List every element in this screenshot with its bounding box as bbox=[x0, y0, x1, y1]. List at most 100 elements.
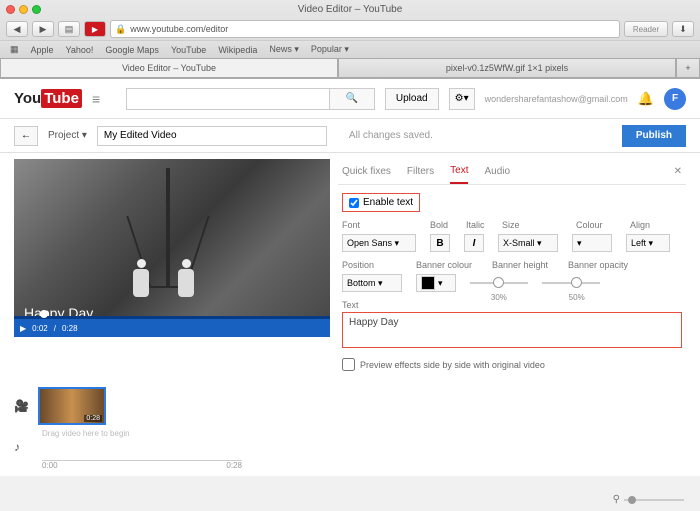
effects-panel: Quick fixes Filters Text Audio ✕ Enable … bbox=[338, 159, 686, 379]
timeline: 🎥 0:28 Drag video here to begin ♪ 0:00 0… bbox=[0, 379, 700, 476]
video-column: Happy Day ▶ 0:02 / 0:28 bbox=[14, 159, 330, 379]
ruler-end: 0:28 bbox=[226, 461, 242, 470]
colour-select[interactable]: ▾ bbox=[572, 234, 612, 252]
control-labels-row1: Font Bold Italic Size Colour Align bbox=[342, 220, 682, 230]
font-select[interactable]: Open Sans ▾ bbox=[342, 234, 416, 252]
size-select[interactable]: X-Small ▾ bbox=[498, 234, 558, 252]
banner-height-value: 30% bbox=[491, 293, 507, 302]
preview-label: Preview effects side by side with origin… bbox=[360, 360, 545, 370]
save-status: All changes saved. bbox=[349, 130, 433, 141]
bookmark-item[interactable]: Yahoo! bbox=[66, 45, 94, 55]
slider-knob[interactable] bbox=[493, 277, 504, 288]
control-row2: Bottom ▾ ▾ 30% 50% bbox=[342, 274, 682, 292]
search-input[interactable] bbox=[126, 88, 329, 110]
browser-tab[interactable]: pixel-v0.1z5WfW.gif 1×1 pixels bbox=[338, 58, 676, 78]
settings-button[interactable]: ⚙ ▾ bbox=[449, 88, 475, 110]
video-scene bbox=[166, 168, 170, 288]
bookmark-item[interactable]: Apple bbox=[31, 45, 54, 55]
project-name-input[interactable] bbox=[97, 126, 327, 146]
ruler-start: 0:00 bbox=[42, 461, 58, 470]
timeline-ruler[interactable]: 0:00 0:28 bbox=[42, 460, 242, 470]
video-preview[interactable]: Happy Day ▶ 0:02 / 0:28 bbox=[14, 159, 330, 337]
play-icon[interactable]: ▶ bbox=[20, 324, 26, 333]
url-bar[interactable]: 🔒 www.youtube.com/editor bbox=[110, 20, 620, 38]
bookmark-item[interactable]: Popular ▾ bbox=[311, 44, 349, 55]
video-track[interactable]: 🎥 0:28 bbox=[14, 385, 686, 427]
timeline-hint: Drag video here to begin bbox=[42, 429, 686, 438]
close-panel-icon[interactable]: ✕ bbox=[674, 160, 682, 183]
position-select[interactable]: Bottom ▾ bbox=[342, 274, 402, 292]
browser-chrome: Video Editor – YouTube ◀ ▶ ▤ ▶ 🔒 www.you… bbox=[0, 0, 700, 79]
titlebar: Video Editor – YouTube bbox=[0, 0, 700, 18]
bookmarks-menu-icon[interactable]: ▦ bbox=[10, 44, 19, 55]
tab-audio[interactable]: Audio bbox=[484, 160, 510, 183]
avatar[interactable]: F bbox=[664, 88, 686, 110]
banner-height-slider[interactable]: 30% bbox=[470, 274, 528, 292]
time-current: 0:02 bbox=[32, 324, 48, 333]
text-input[interactable]: Happy Day bbox=[342, 312, 682, 348]
preview-checkbox-input[interactable] bbox=[342, 358, 355, 371]
lock-icon: 🔒 bbox=[115, 24, 126, 35]
tab-filters[interactable]: Filters bbox=[407, 160, 434, 183]
zoom-slider[interactable] bbox=[624, 499, 684, 501]
slider-knob[interactable] bbox=[571, 277, 582, 288]
banner-opacity-value: 50% bbox=[569, 293, 585, 302]
reader-button[interactable]: Reader bbox=[624, 21, 668, 37]
upload-button[interactable]: Upload bbox=[385, 88, 439, 110]
video-track-icon: 🎥 bbox=[14, 399, 30, 413]
bookmark-item[interactable]: News ▾ bbox=[269, 44, 299, 55]
preview-side-by-side-checkbox[interactable]: Preview effects side by side with origin… bbox=[342, 358, 682, 371]
minimize-window-icon[interactable] bbox=[19, 5, 28, 14]
youtube-favicon-icon: ▶ bbox=[84, 21, 106, 37]
zoom-control[interactable]: ⚲ bbox=[613, 494, 684, 505]
video-controls: ▶ 0:02 / 0:28 bbox=[14, 319, 330, 337]
text-panel: Enable text Font Bold Italic Size Colour… bbox=[338, 185, 686, 379]
audio-track-icon: ♪ bbox=[14, 440, 30, 454]
banner-opacity-slider[interactable]: 50% bbox=[542, 274, 600, 292]
notifications-icon[interactable]: 🔔 bbox=[638, 91, 654, 107]
clip-duration: 0:28 bbox=[84, 415, 102, 422]
back-button[interactable]: ◀ bbox=[6, 21, 28, 37]
italic-button[interactable]: I bbox=[464, 234, 484, 252]
browser-toolbar: ◀ ▶ ▤ ▶ 🔒 www.youtube.com/editor Reader … bbox=[0, 18, 700, 40]
control-row1: Open Sans ▾ B I X-Small ▾ ▾ Left ▾ bbox=[342, 234, 682, 252]
bookmark-item[interactable]: Google Maps bbox=[105, 45, 159, 55]
banner-colour-select[interactable]: ▾ bbox=[416, 274, 456, 292]
enable-text-checkbox[interactable]: Enable text bbox=[342, 193, 420, 212]
download-button[interactable]: ⬇ bbox=[672, 21, 694, 37]
zoom-window-icon[interactable] bbox=[32, 5, 41, 14]
audio-track[interactable]: ♪ bbox=[14, 438, 686, 456]
search-icon: 🔍 bbox=[346, 93, 358, 104]
bookmarks-button[interactable]: ▤ bbox=[58, 21, 80, 37]
tab-quick-fixes[interactable]: Quick fixes bbox=[342, 160, 391, 183]
enable-text-input[interactable] bbox=[349, 198, 359, 208]
timeline-clip[interactable]: 0:28 bbox=[38, 387, 106, 425]
bookmark-item[interactable]: Wikipedia bbox=[218, 45, 257, 55]
browser-tab[interactable]: Video Editor – YouTube bbox=[0, 58, 338, 78]
menu-icon[interactable]: ≡ bbox=[92, 91, 106, 107]
search-form: 🔍 bbox=[126, 88, 375, 110]
new-tab-button[interactable]: + bbox=[676, 58, 700, 78]
scrubber-knob[interactable] bbox=[40, 310, 48, 318]
text-field-label: Text bbox=[342, 300, 682, 310]
youtube-logo[interactable]: YouTube bbox=[14, 90, 82, 107]
bookmark-item[interactable]: YouTube bbox=[171, 45, 206, 55]
user-email[interactable]: wondersharefantashow@gmail.com bbox=[485, 94, 628, 104]
tab-text[interactable]: Text bbox=[450, 159, 468, 184]
bold-button[interactable]: B bbox=[430, 234, 450, 252]
align-select[interactable]: Left ▾ bbox=[626, 234, 670, 252]
search-button[interactable]: 🔍 bbox=[329, 88, 375, 110]
window-controls[interactable] bbox=[6, 5, 41, 14]
panel-tabs: Quick fixes Filters Text Audio ✕ bbox=[338, 159, 686, 185]
forward-button[interactable]: ▶ bbox=[32, 21, 54, 37]
bookmarks-bar: ▦ Apple Yahoo! Google Maps YouTube Wikip… bbox=[0, 40, 700, 58]
project-dropdown[interactable]: Project ▾ bbox=[48, 130, 87, 141]
close-window-icon[interactable] bbox=[6, 5, 15, 14]
back-to-projects-button[interactable]: ← bbox=[14, 126, 38, 146]
window-title: Video Editor – YouTube bbox=[298, 4, 403, 15]
youtube-header: YouTube ≡ 🔍 Upload ⚙ ▾ wondersharefantas… bbox=[0, 79, 700, 119]
scrubber-track[interactable] bbox=[14, 316, 330, 319]
publish-button[interactable]: Publish bbox=[622, 125, 686, 147]
video-scene bbox=[174, 259, 198, 303]
time-total: 0:28 bbox=[62, 324, 78, 333]
